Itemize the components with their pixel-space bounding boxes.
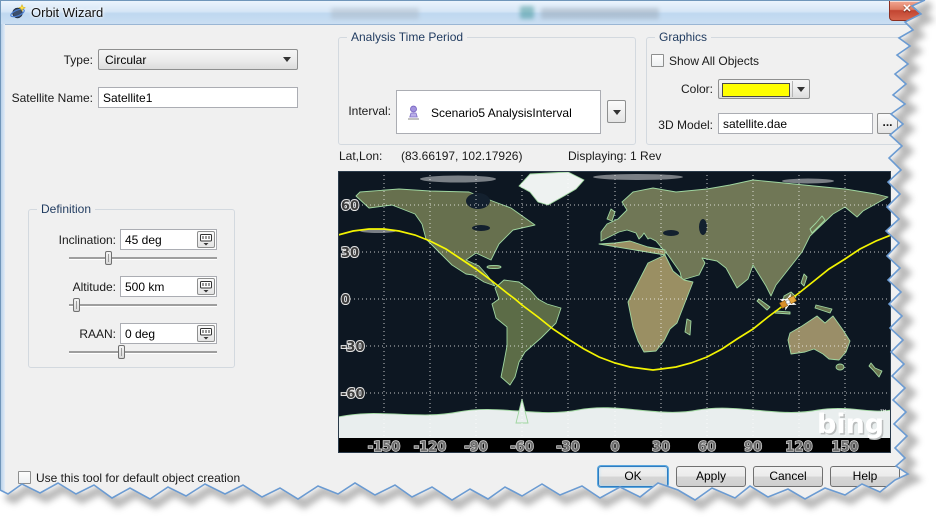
slider-track[interactable] bbox=[69, 304, 217, 307]
black-sea bbox=[663, 230, 679, 236]
raan-slider[interactable] bbox=[69, 345, 217, 359]
cuba bbox=[487, 265, 501, 268]
definition-title: Definition bbox=[37, 202, 95, 216]
altitude-label: Altitude: bbox=[34, 280, 116, 294]
analysis-time-period-title: Analysis Time Period bbox=[347, 30, 467, 44]
svg-text:-120: -120 bbox=[414, 440, 447, 453]
svg-text:bing: bing bbox=[817, 409, 884, 440]
color-combobox[interactable] bbox=[718, 79, 810, 99]
cancel-button[interactable]: Cancel bbox=[753, 466, 823, 487]
svg-text:™: ™ bbox=[879, 409, 888, 419]
svg-text:-30: -30 bbox=[556, 440, 580, 453]
tasmania bbox=[836, 364, 844, 370]
orbit-wizard-screenshot: Orbit Wizard ✕ Type: Circular Satellite … bbox=[0, 0, 936, 519]
units-icon bbox=[200, 328, 212, 340]
type-label: Type: bbox=[21, 53, 93, 67]
svg-text:120: 120 bbox=[785, 440, 812, 453]
show-all-objects-checkbox[interactable] bbox=[651, 54, 664, 67]
type-combobox-value: Circular bbox=[105, 53, 146, 67]
slider-thumb[interactable] bbox=[118, 345, 125, 359]
inclination-units-button[interactable] bbox=[197, 231, 215, 248]
java bbox=[775, 311, 790, 314]
ok-button[interactable]: OK bbox=[598, 466, 668, 487]
displaying-text: Displaying: 1 Rev bbox=[568, 149, 661, 163]
svg-text:60: 60 bbox=[698, 440, 716, 453]
background-window-icon-blur bbox=[520, 6, 534, 19]
window-title: Orbit Wizard bbox=[31, 5, 103, 20]
svg-text:0: 0 bbox=[341, 293, 350, 308]
slider-track[interactable] bbox=[69, 351, 217, 354]
default-object-creation-checkbox[interactable] bbox=[18, 471, 31, 484]
svg-text:90: 90 bbox=[744, 440, 762, 453]
altitude-units-button[interactable] bbox=[197, 278, 215, 295]
background-window-blur bbox=[331, 8, 419, 19]
svg-text:60: 60 bbox=[341, 199, 359, 214]
svg-text:0: 0 bbox=[610, 440, 619, 453]
altitude-slider[interactable] bbox=[69, 298, 217, 312]
longitude-labels: -150 -120 -90 -60 -30 0 30 60 90 120 150 bbox=[368, 440, 859, 453]
interval-value: Scenario5 AnalysisInterval bbox=[431, 106, 572, 120]
raan-units-button[interactable] bbox=[197, 325, 215, 342]
orbit-wizard-icon bbox=[10, 4, 26, 20]
slider-track[interactable] bbox=[69, 257, 217, 260]
window-frame-edge bbox=[1, 24, 5, 518]
svg-text:30: 30 bbox=[652, 440, 670, 453]
svg-text:-60: -60 bbox=[510, 440, 534, 453]
apply-button[interactable]: Apply bbox=[676, 466, 746, 487]
chevron-down-icon bbox=[797, 87, 805, 92]
graphics-title: Graphics bbox=[655, 30, 711, 44]
type-combobox[interactable]: Circular bbox=[98, 49, 298, 70]
close-button[interactable]: ✕ bbox=[889, 1, 925, 21]
interval-dropdown-button[interactable] bbox=[607, 100, 626, 123]
browse-button[interactable]: ... bbox=[877, 113, 898, 134]
interval-field[interactable]: Scenario5 AnalysisInterval bbox=[396, 90, 601, 134]
slider-thumb[interactable] bbox=[73, 298, 80, 312]
interval-label: Interval: bbox=[341, 104, 391, 118]
svg-text:-30: -30 bbox=[341, 340, 365, 355]
svg-text:150: 150 bbox=[831, 440, 858, 453]
map-2d-view[interactable]: 60 30 0 -30 -60 -150 -120 -90 -60 -30 0 … bbox=[338, 171, 891, 453]
hudson-bay bbox=[466, 193, 490, 209]
default-object-creation-label: Use this tool for default object creatio… bbox=[36, 471, 240, 485]
latlon-value: (83.66197, 102.17926) bbox=[401, 149, 522, 163]
svg-text:-150: -150 bbox=[368, 440, 401, 453]
bing-logo: bing bing ™ bbox=[817, 409, 888, 442]
slider-thumb[interactable] bbox=[105, 251, 112, 265]
orbit-wizard-dialog: Orbit Wizard ✕ Type: Circular Satellite … bbox=[0, 0, 936, 519]
satellite-name-input[interactable] bbox=[98, 87, 298, 108]
raan-label: RAAN: bbox=[34, 327, 116, 341]
satellite-name-label: Satellite Name: bbox=[8, 91, 93, 105]
caspian-sea bbox=[699, 219, 707, 235]
great-lakes bbox=[472, 225, 490, 231]
latlon-label: Lat,Lon: bbox=[339, 149, 382, 163]
divider bbox=[792, 81, 793, 97]
inclination-label: Inclination: bbox=[34, 233, 116, 247]
svg-text:-60: -60 bbox=[341, 387, 365, 402]
color-swatch bbox=[722, 83, 790, 97]
world-map: 60 30 0 -30 -60 -150 -120 -90 -60 -30 0 … bbox=[338, 171, 891, 453]
help-button[interactable]: Help bbox=[830, 466, 900, 487]
3d-model-label: 3D Model: bbox=[649, 118, 713, 132]
chevron-down-icon bbox=[283, 57, 291, 62]
title-bar[interactable]: Orbit Wizard ✕ bbox=[1, 1, 935, 25]
color-label: Color: bbox=[649, 82, 713, 96]
units-icon bbox=[200, 281, 212, 293]
scenario-icon bbox=[407, 105, 420, 120]
background-window-title-blur bbox=[541, 8, 659, 19]
inclination-slider[interactable] bbox=[69, 251, 217, 265]
units-icon bbox=[200, 234, 212, 246]
svg-text:30: 30 bbox=[341, 246, 359, 261]
3d-model-input[interactable] bbox=[718, 113, 873, 134]
show-all-objects-label: Show All Objects bbox=[669, 54, 759, 68]
svg-text:-90: -90 bbox=[464, 440, 488, 453]
chevron-down-icon bbox=[613, 110, 621, 115]
